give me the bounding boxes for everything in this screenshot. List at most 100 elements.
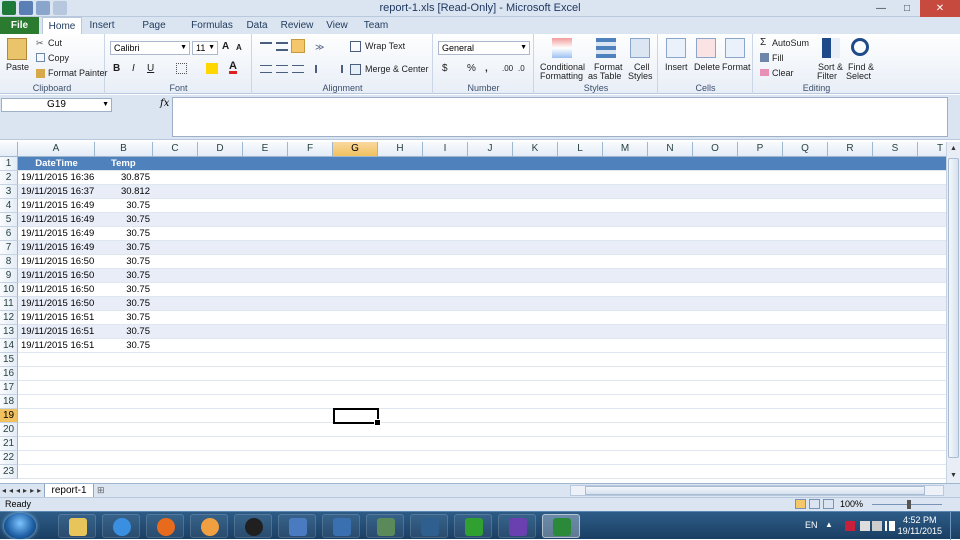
name-box[interactable]: G19 ▼: [1, 98, 112, 112]
table-header-cell[interactable]: Temp: [95, 157, 153, 170]
temp-cell[interactable]: 30.75: [95, 325, 153, 338]
row-header-4[interactable]: 4: [0, 199, 18, 213]
autosum-button[interactable]: AutoSum: [772, 38, 809, 48]
cut-button[interactable]: Cut: [48, 38, 62, 48]
number-format-select[interactable]: General ▼: [438, 41, 530, 55]
format-cells-icon[interactable]: [725, 38, 745, 58]
copy-button[interactable]: Copy: [48, 53, 69, 63]
conditional-formatting-label-2[interactable]: Formatting: [540, 71, 583, 81]
taskbar-editor-button[interactable]: [410, 514, 448, 538]
temp-cell[interactable]: 30.75: [95, 297, 153, 310]
antivirus-icon[interactable]: [845, 521, 855, 531]
column-header-p[interactable]: P: [738, 142, 783, 157]
row-header-23[interactable]: 23: [0, 465, 18, 479]
temp-cell[interactable]: 30.75: [95, 311, 153, 324]
align-right-icon[interactable]: [292, 65, 304, 73]
sheet-tab-report-1[interactable]: report-1: [44, 484, 94, 498]
row-header-2[interactable]: 2: [0, 171, 18, 185]
sort-filter-icon[interactable]: [822, 38, 840, 58]
volume-icon[interactable]: [872, 521, 882, 531]
find-select-icon[interactable]: [851, 38, 869, 56]
scroll-up-icon[interactable]: ▲: [947, 142, 960, 156]
temp-cell[interactable]: 30.875: [95, 171, 153, 184]
normal-view-icon[interactable]: [795, 499, 806, 509]
datetime-cell[interactable]: 19/11/2015 16:49: [18, 199, 95, 212]
column-header-m[interactable]: M: [603, 142, 648, 157]
tab-team[interactable]: Team: [360, 17, 392, 34]
horizontal-scrollbar[interactable]: [570, 485, 944, 496]
worksheet-grid[interactable]: ABCDEFGHIJKLMNOPQRST 1 DateTime Temp 2 19/11…: [0, 142, 946, 483]
taskbar-mod-button[interactable]: [454, 514, 492, 538]
row-header-22[interactable]: 22: [0, 451, 18, 465]
vertical-scroll-thumb[interactable]: [948, 158, 959, 458]
currency-button[interactable]: $: [442, 63, 448, 74]
delete-cells-button[interactable]: Delete: [694, 62, 720, 72]
column-header-j[interactable]: J: [468, 142, 513, 157]
row-header-8[interactable]: 8: [0, 255, 18, 269]
tab-formulas[interactable]: Formulas: [190, 17, 234, 34]
temp-cell[interactable]: 30.812: [95, 185, 153, 198]
temp-cell[interactable]: 30.75: [95, 255, 153, 268]
column-header-b[interactable]: B: [95, 142, 153, 157]
row-header-7[interactable]: 7: [0, 241, 18, 255]
format-cells-button[interactable]: Format: [722, 62, 751, 72]
temp-cell[interactable]: 30.75: [95, 213, 153, 226]
page-layout-view-icon[interactable]: [809, 499, 820, 509]
taskbar-visual-studio-button[interactable]: [498, 514, 536, 538]
action-center-icon[interactable]: [860, 521, 870, 531]
row-header-6[interactable]: 6: [0, 227, 18, 241]
taskbar-server-button[interactable]: [366, 514, 404, 538]
column-header-e[interactable]: E: [243, 142, 288, 157]
merge-center-button[interactable]: Merge & Center: [365, 64, 429, 74]
network-signal-icon[interactable]: [885, 521, 895, 531]
cell-styles-label-2[interactable]: Styles: [628, 71, 653, 81]
shrink-font-icon[interactable]: A: [236, 43, 242, 52]
datetime-cell[interactable]: 19/11/2015 16:51: [18, 325, 95, 338]
column-header-g[interactable]: G: [333, 142, 378, 157]
percent-button[interactable]: %: [467, 63, 476, 74]
align-bottom-icon[interactable]: [291, 39, 305, 53]
datetime-cell[interactable]: 19/11/2015 16:50: [18, 283, 95, 296]
column-header-h[interactable]: H: [378, 142, 423, 157]
row-header-15[interactable]: 15: [0, 353, 18, 367]
font-color-icon[interactable]: A: [229, 61, 237, 74]
insert-cells-button[interactable]: Insert: [665, 62, 688, 72]
row-header-14[interactable]: 14: [0, 339, 18, 353]
increase-indent-icon[interactable]: [331, 65, 343, 73]
column-header-l[interactable]: L: [558, 142, 603, 157]
temp-cell[interactable]: 30.75: [95, 269, 153, 282]
decrease-indent-icon[interactable]: [315, 65, 327, 73]
row-header-3[interactable]: 3: [0, 185, 18, 199]
wrap-text-button[interactable]: Wrap Text: [365, 41, 405, 51]
taskbar-folder-button[interactable]: [58, 514, 96, 538]
zoom-slider[interactable]: [872, 500, 942, 509]
tab-data[interactable]: Data: [242, 17, 272, 34]
insert-sheet-icon[interactable]: ⊞: [97, 485, 105, 496]
tab-page-layout[interactable]: Page Layout: [126, 17, 182, 48]
column-header-n[interactable]: N: [648, 142, 693, 157]
orientation-icon[interactable]: ≫: [315, 42, 329, 52]
format-as-table-label-2[interactable]: as Table: [588, 71, 621, 81]
horizontal-scroll-thumb[interactable]: [585, 486, 925, 495]
tab-insert[interactable]: Insert: [84, 17, 120, 34]
tab-view[interactable]: View: [322, 17, 352, 34]
font-size-select[interactable]: 11 ▼: [192, 41, 218, 55]
temp-cell[interactable]: 30.75: [95, 227, 153, 240]
datetime-cell[interactable]: 19/11/2015 16:49: [18, 227, 95, 240]
column-header-k[interactable]: K: [513, 142, 558, 157]
temp-cell[interactable]: 30.75: [95, 241, 153, 254]
zoom-level[interactable]: 100%: [840, 499, 863, 509]
scroll-down-icon[interactable]: ▼: [947, 469, 960, 483]
row-header-9[interactable]: 9: [0, 269, 18, 283]
decrease-decimal-icon[interactable]: .0: [518, 64, 525, 73]
datetime-cell[interactable]: 19/11/2015 16:49: [18, 213, 95, 226]
align-top-icon[interactable]: [260, 42, 272, 51]
taskbar-network-tool-button[interactable]: [278, 514, 316, 538]
row-header-10[interactable]: 10: [0, 283, 18, 297]
datetime-cell[interactable]: 19/11/2015 16:49: [18, 241, 95, 254]
maximize-button[interactable]: □: [894, 0, 920, 17]
column-header-f[interactable]: F: [288, 142, 333, 157]
grow-font-icon[interactable]: A: [222, 41, 229, 52]
column-header-d[interactable]: D: [198, 142, 243, 157]
row-header-20[interactable]: 20: [0, 423, 18, 437]
